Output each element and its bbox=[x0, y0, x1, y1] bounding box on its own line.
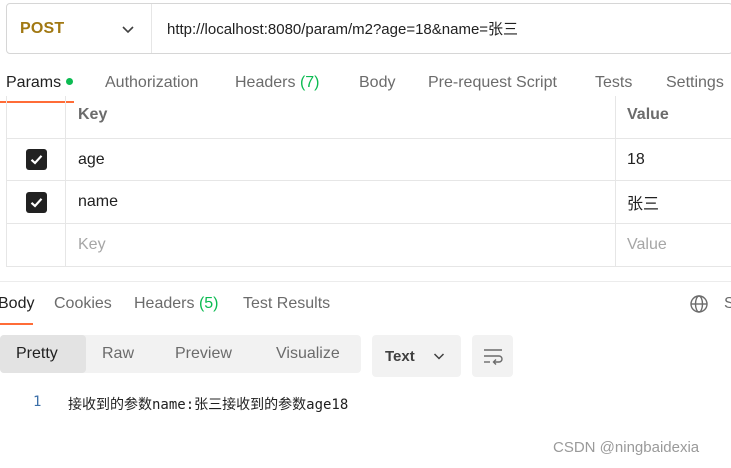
wrap-lines-button[interactable] bbox=[472, 335, 513, 377]
tab-settings[interactable]: Settings bbox=[666, 74, 724, 92]
chevron-down-icon bbox=[433, 353, 445, 360]
checkmark-icon bbox=[30, 197, 42, 208]
table-row-empty: Key Value bbox=[7, 224, 731, 267]
method-label: POST bbox=[20, 19, 65, 37]
tab-headers[interactable]: Headers (7) bbox=[235, 74, 320, 92]
tab-authorization[interactable]: Authorization bbox=[105, 74, 198, 92]
tab-prerequest-script[interactable]: Pre-request Script bbox=[428, 74, 557, 92]
watermark: CSDN @ningbaidexia bbox=[553, 439, 700, 456]
response-tab-headers-count: (5) bbox=[198, 295, 219, 312]
tab-headers-label: Headers bbox=[235, 74, 296, 91]
format-select[interactable]: Text bbox=[372, 335, 461, 377]
line-number: 1 bbox=[33, 394, 42, 410]
response-active-underline bbox=[0, 323, 33, 325]
save-response-button[interactable]: S bbox=[724, 295, 731, 313]
params-table: Key Value age 18 name 张三 Key Value bbox=[6, 96, 731, 267]
response-tab-test-results[interactable]: Test Results bbox=[243, 295, 330, 313]
param-checkbox[interactable] bbox=[25, 149, 47, 170]
key-column-header: Key bbox=[66, 96, 616, 138]
response-tab-body[interactable]: Body bbox=[0, 295, 34, 313]
url-bar: POST http://localhost:8080/param/m2?age=… bbox=[6, 3, 731, 54]
row-check-cell bbox=[7, 139, 66, 180]
value-column-header: Value bbox=[627, 106, 669, 123]
param-checkbox[interactable] bbox=[25, 191, 47, 213]
url-input[interactable]: http://localhost:8080/param/m2?age=18&na… bbox=[152, 18, 518, 39]
params-indicator-dot bbox=[66, 78, 74, 85]
view-preview-button[interactable]: Preview bbox=[175, 335, 232, 373]
globe-icon[interactable] bbox=[689, 294, 709, 314]
response-divider bbox=[0, 281, 731, 282]
response-tab-cookies[interactable]: Cookies bbox=[54, 295, 112, 313]
table-row: age 18 bbox=[7, 139, 731, 181]
tab-params[interactable]: Params bbox=[6, 74, 74, 92]
view-raw-button[interactable]: Raw bbox=[102, 335, 134, 373]
tab-params-label: Params bbox=[6, 74, 62, 91]
method-selector[interactable]: POST bbox=[7, 4, 152, 53]
wrap-lines-icon bbox=[483, 349, 503, 365]
response-tab-headers[interactable]: Headers (5) bbox=[134, 295, 219, 313]
format-select-value: Text bbox=[385, 347, 415, 365]
response-body-text: 接收到的参数name:张三接收到的参数age18 bbox=[68, 397, 349, 413]
row-check-cell bbox=[7, 224, 66, 266]
view-mode-group: Pretty Raw Preview Visualize bbox=[0, 335, 361, 373]
table-row: name 张三 bbox=[7, 181, 731, 224]
param-value-cell[interactable]: 18 bbox=[616, 139, 731, 180]
tab-tests[interactable]: Tests bbox=[595, 74, 632, 92]
param-key-cell[interactable]: name bbox=[66, 181, 616, 223]
param-key-cell[interactable]: age bbox=[66, 139, 616, 180]
param-value-cell[interactable]: 张三 bbox=[616, 181, 731, 223]
view-visualize-button[interactable]: Visualize bbox=[276, 335, 340, 373]
new-value-input[interactable]: Value bbox=[616, 224, 731, 266]
checkmark-icon bbox=[30, 155, 42, 165]
new-key-input[interactable]: Key bbox=[66, 224, 616, 266]
header-check-cell bbox=[7, 96, 66, 138]
view-pretty-button[interactable]: Pretty bbox=[0, 335, 86, 373]
chevron-down-icon bbox=[122, 25, 134, 33]
row-check-cell bbox=[7, 181, 66, 223]
tab-headers-count: (7) bbox=[299, 74, 320, 91]
params-header-row: Key Value bbox=[7, 96, 731, 139]
tab-body[interactable]: Body bbox=[359, 74, 395, 92]
response-tab-headers-label: Headers bbox=[134, 295, 195, 312]
